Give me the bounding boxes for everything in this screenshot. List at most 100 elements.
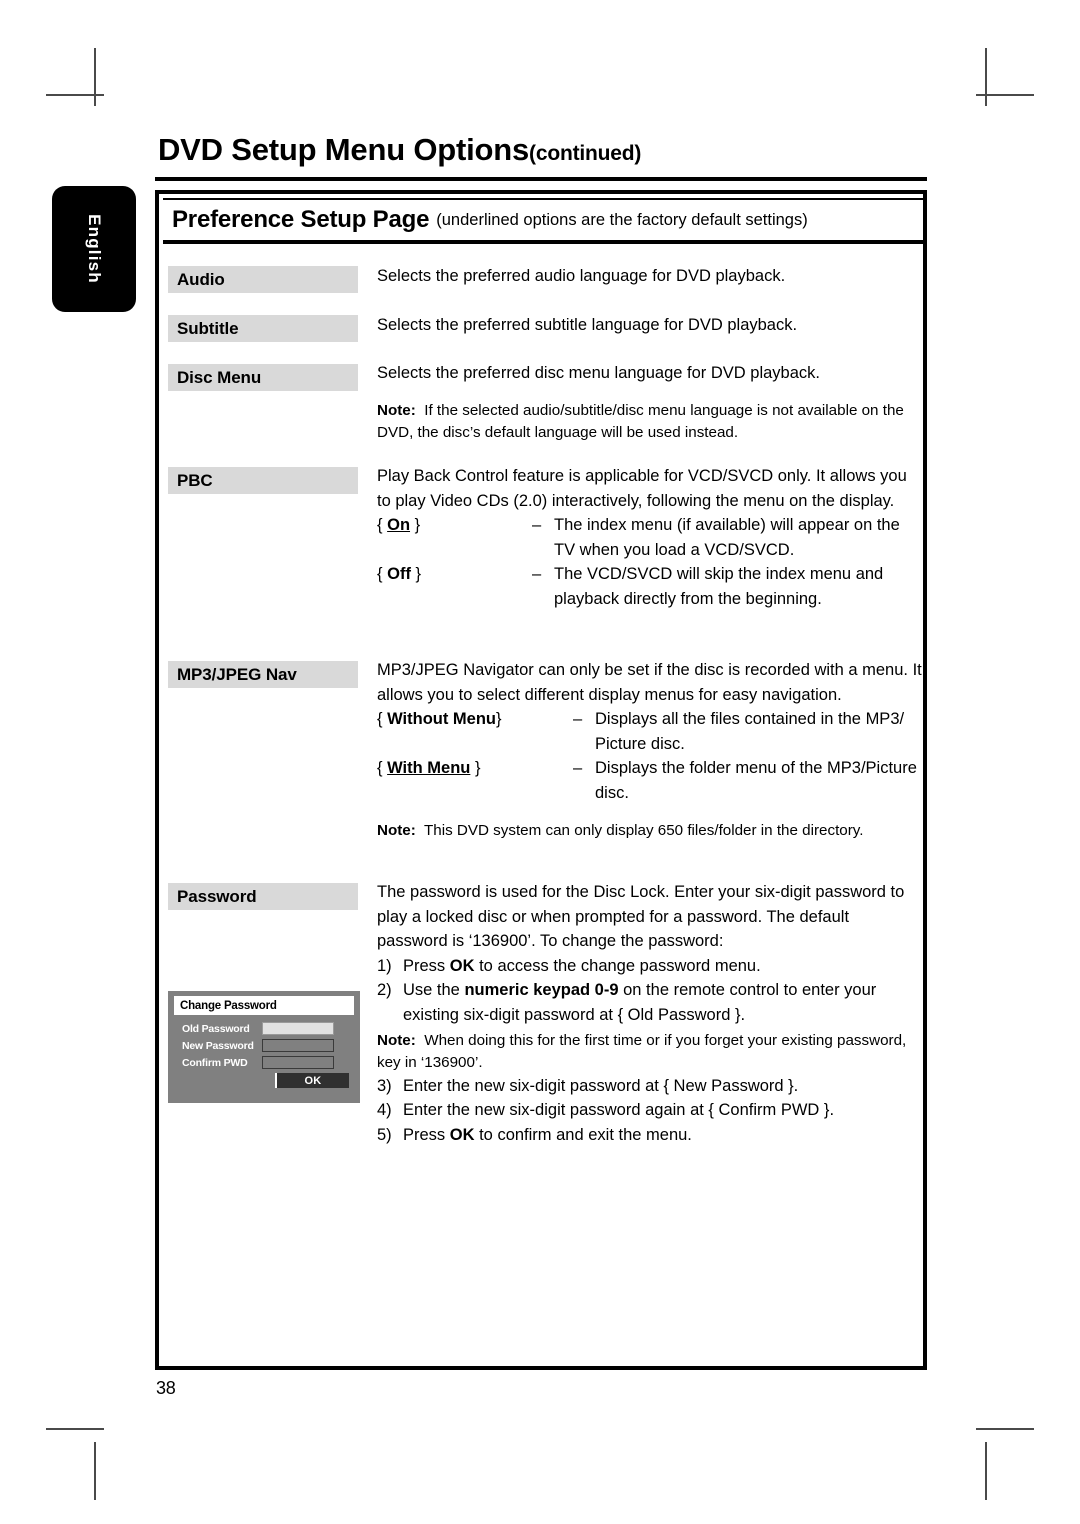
preference-setup-banner: Preference Setup Page (underlined option… [163, 198, 927, 244]
mp3-option-without-menu-open: { [377, 710, 383, 729]
pbc-option-on-open: { [377, 516, 383, 535]
pbc-option-off-close: } [415, 565, 422, 584]
audio-description: Selects the preferred audio language for… [377, 267, 786, 285]
mp3-option-without-menu: { Without Menu} – Displays all the files… [377, 707, 922, 756]
language-side-tab-label: English [85, 214, 104, 284]
password-step-1-number: 1) [377, 956, 392, 975]
pbc-option-off-desc: The VCD/SVCD will skip the index menu an… [554, 565, 884, 608]
password-step-5-number: 5) [377, 1125, 392, 1144]
password-step-3-number: 3) [377, 1076, 392, 1095]
password-step-2-text-a: Use the [403, 981, 465, 1000]
mp3-jpeg-nav-note-label: Note: [377, 821, 416, 839]
password-step-3: 3) Enter the new six-digit password at {… [377, 1074, 922, 1099]
mp3-option-without-menu-close: } [496, 710, 502, 729]
password-step-4-number: 4) [377, 1101, 392, 1120]
password-step-2: 2) Use the numeric keypad 0-9 on the rem… [377, 978, 922, 1027]
osd-field-list: Old Password New Password Confirm PWD OK [174, 1022, 354, 1088]
page-title: DVD Setup Menu Options(continued) [158, 132, 641, 168]
osd-field-confirm-pwd: Confirm PWD [174, 1056, 354, 1069]
osd-field-old-password: Old Password [174, 1022, 354, 1035]
banner-title: Preference Setup Page [172, 206, 430, 233]
password-step-4-text: Enter the new six-digit password again a… [403, 1101, 835, 1120]
password-step-4: 4) Enter the new six-digit password agai… [377, 1098, 922, 1123]
row-body-password: The password is used for the Disc Lock. … [377, 880, 922, 1147]
row-body-pbc: Play Back Control feature is applicable … [377, 464, 922, 612]
row-body-mp3-jpeg-nav: MP3/JPEG Navigator can only be set if th… [377, 658, 922, 842]
mp3-option-without-menu-desc: Displays all the files contained in the … [595, 710, 905, 753]
mp3-option-with-menu-close: } [474, 759, 481, 778]
password-step-5-text-a: Press [403, 1125, 450, 1144]
row-label-disc-menu: Disc Menu [168, 364, 358, 391]
row-label-subtitle: Subtitle [168, 315, 358, 342]
disc-menu-note: Note: If the selected audio/subtitle/dis… [377, 400, 922, 444]
password-step-1-text-b: to access the change password menu. [474, 956, 761, 975]
password-step-2-bold: numeric keypad 0-9 [464, 981, 619, 1000]
crop-mark-bottom-left-horizontal [46, 1428, 104, 1430]
password-step-1: 1) Press OK to access the change passwor… [377, 954, 922, 979]
pbc-option-off-dash: – [532, 565, 542, 584]
row-label-pbc: PBC [168, 467, 358, 494]
mp3-jpeg-nav-description: MP3/JPEG Navigator can only be set if th… [377, 661, 922, 704]
row-label-mp3-jpeg-nav: MP3/JPEG Nav [168, 661, 358, 688]
mp3-option-with-menu-dash: – [573, 759, 583, 778]
crop-mark-top-right-horizontal [976, 94, 1034, 96]
password-note-label: Note: [377, 1031, 416, 1049]
subtitle-description: Selects the preferred subtitle language … [377, 316, 798, 334]
row-body-subtitle: Selects the preferred subtitle language … [377, 313, 922, 338]
mp3-option-without-menu-value: Without Menu [387, 710, 497, 729]
pbc-option-on-value: On [387, 516, 411, 535]
change-password-osd-figure: Change Password Old Password New Passwor… [168, 991, 360, 1103]
password-step-5-text: Press OK to confirm and exit the menu. [403, 1123, 922, 1148]
page-title-continued: (continued) [529, 142, 642, 165]
pbc-option-on: { On } – The index menu (if available) w… [377, 513, 922, 562]
osd-ok-row: OK [174, 1073, 354, 1088]
mp3-option-with-menu-open: { [377, 759, 383, 778]
osd-field-new-password-label: New Password [182, 1039, 254, 1052]
password-note-text: When doing this for the first time or if… [377, 1031, 907, 1071]
mp3-option-without-menu-key: { Without Menu} [377, 707, 573, 732]
password-step-1-text: Press OK to access the change password m… [403, 954, 922, 979]
mp3-option-without-menu-dash: – [573, 710, 583, 729]
password-step-2-number: 2) [377, 981, 392, 1000]
osd-field-new-password-input[interactable] [262, 1039, 334, 1052]
pbc-option-on-close: } [414, 516, 421, 535]
banner-subtitle: (underlined options are the factory defa… [436, 210, 808, 229]
password-step-5: 5) Press OK to confirm and exit the menu… [377, 1123, 922, 1148]
disc-menu-note-label: Note: [377, 401, 416, 419]
row-body-disc-menu: Selects the preferred disc menu language… [377, 361, 922, 444]
password-step-1-text-a: Press [403, 956, 450, 975]
row-label-password: Password [168, 883, 358, 910]
row-label-audio: Audio [168, 266, 358, 293]
disc-menu-description: Selects the preferred disc menu language… [377, 364, 820, 382]
mp3-option-with-menu-desc: Displays the folder menu of the MP3/Pict… [595, 759, 917, 802]
pbc-option-on-desc: The index menu (if available) will appea… [554, 516, 900, 559]
osd-field-confirm-pwd-label: Confirm PWD [182, 1056, 248, 1069]
password-step-1-bold: OK [449, 956, 475, 975]
mp3-option-with-menu-value: With Menu [387, 759, 471, 778]
pbc-description: Play Back Control feature is applicable … [377, 467, 907, 510]
password-step-2-text: Use the numeric keypad 0-9 on the remote… [403, 978, 922, 1027]
pbc-option-off-open: { [377, 565, 383, 584]
password-description: The password is used for the Disc Lock. … [377, 883, 905, 951]
disc-menu-note-text: If the selected audio/subtitle/disc menu… [377, 401, 904, 441]
pbc-option-off: { Off } – The VCD/SVCD will skip the ind… [377, 562, 922, 611]
osd-title: Change Password [174, 996, 354, 1015]
password-note: Note: When doing this for the first time… [377, 1030, 922, 1074]
crop-mark-top-right-vertical [985, 48, 987, 106]
pbc-option-off-value: Off [387, 565, 411, 584]
osd-ok-button[interactable]: OK [275, 1073, 349, 1088]
osd-field-old-password-input[interactable] [262, 1022, 334, 1035]
page-number: 38 [156, 1378, 176, 1398]
mp3-option-with-menu: { With Menu } – Displays the folder menu… [377, 756, 922, 805]
osd-field-confirm-pwd-input[interactable] [262, 1056, 334, 1069]
mp3-jpeg-nav-note: Note: This DVD system can only display 6… [377, 820, 922, 842]
mp3-jpeg-nav-note-text: This DVD system can only display 650 fil… [423, 821, 864, 839]
crop-mark-top-left-vertical [94, 48, 96, 106]
password-step-3-text: Enter the new six-digit password at { Ne… [403, 1076, 799, 1095]
crop-mark-bottom-right-vertical [985, 1442, 987, 1500]
crop-mark-top-left-horizontal [46, 94, 104, 96]
language-side-tab: English [52, 186, 136, 312]
crop-mark-bottom-left-vertical [94, 1442, 96, 1500]
page-title-text: DVD Setup Menu Options [158, 132, 530, 167]
row-body-audio: Selects the preferred audio language for… [377, 264, 922, 289]
